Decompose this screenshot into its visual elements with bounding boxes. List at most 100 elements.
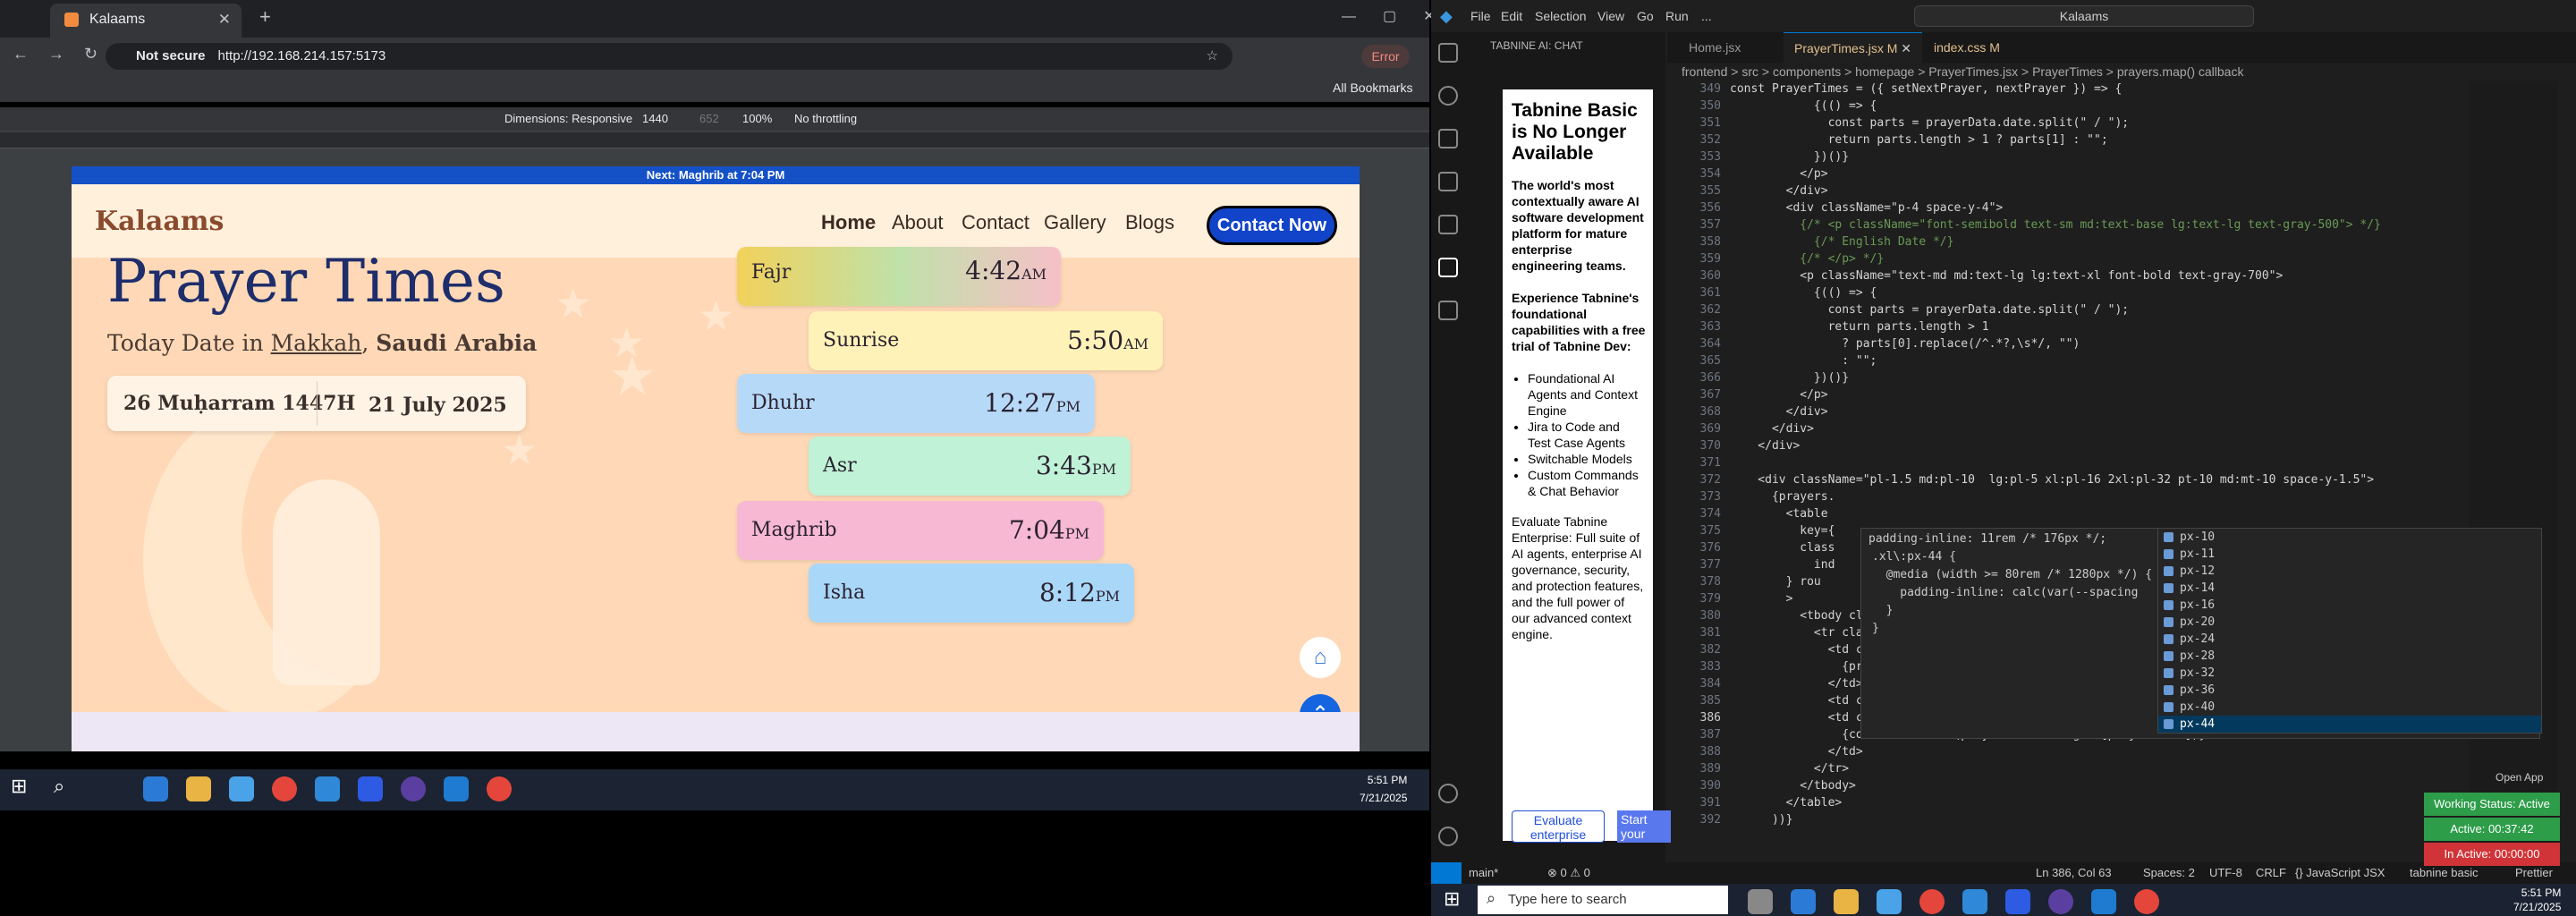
nav-about[interactable]: About bbox=[892, 211, 944, 234]
file-explorer-icon[interactable] bbox=[1834, 889, 1859, 914]
settings-gear-icon[interactable] bbox=[1438, 827, 1458, 846]
close-tab-icon[interactable]: ✕ bbox=[218, 4, 231, 36]
taskbar-search[interactable]: Type here to search bbox=[1478, 886, 1728, 914]
contact-now-button[interactable]: Contact Now bbox=[1207, 206, 1337, 245]
windows-start-icon[interactable]: ⊞ bbox=[11, 775, 27, 798]
nav-gallery[interactable]: Gallery bbox=[1044, 211, 1106, 234]
suggestion-item[interactable]: px-40 bbox=[2158, 699, 2541, 716]
suggestion-item[interactable]: px-20 bbox=[2158, 614, 2541, 631]
suggestion-item[interactable]: px-32 bbox=[2158, 665, 2541, 682]
star-icon[interactable]: ☆ bbox=[1207, 43, 1218, 70]
windows-start-icon[interactable]: ⊞ bbox=[1444, 887, 1460, 911]
remote-indicator[interactable] bbox=[1431, 862, 1462, 884]
code-line[interactable]: <table bbox=[1730, 505, 2463, 522]
code-line[interactable]: ))} bbox=[1730, 811, 2463, 828]
code-line[interactable]: </p> bbox=[1730, 165, 2463, 182]
edge-icon[interactable] bbox=[1791, 889, 1816, 914]
suggestion-item[interactable]: px-10 bbox=[2158, 529, 2541, 546]
zoom-select[interactable]: 100% bbox=[742, 107, 772, 131]
menu-run[interactable]: Run bbox=[1665, 0, 1689, 32]
zoom-icon[interactable] bbox=[2005, 889, 2030, 914]
chrome-icon[interactable] bbox=[2134, 889, 2159, 914]
code-line[interactable]: </td> bbox=[1730, 743, 2463, 760]
encoding[interactable]: UTF-8 bbox=[2209, 862, 2242, 884]
site-logo[interactable]: Kalaams bbox=[95, 206, 224, 237]
code-line[interactable] bbox=[1730, 454, 2463, 471]
code-line[interactable]: {(() => { bbox=[1730, 284, 2463, 301]
code-line[interactable]: {/* </p> */} bbox=[1730, 250, 2463, 267]
ai-icon[interactable] bbox=[1438, 301, 1458, 320]
code-line[interactable]: : ""; bbox=[1730, 352, 2463, 369]
code-line[interactable]: <p className="text-md md:text-lg lg:text… bbox=[1730, 267, 2463, 284]
nav-contact[interactable]: Contact bbox=[962, 211, 1030, 234]
minimap[interactable] bbox=[2469, 81, 2558, 859]
mosque-button-icon[interactable]: ⌂ bbox=[1300, 637, 1341, 678]
tab-prayertimes-jsx[interactable]: PrayerTimes.jsx M ✕ bbox=[1784, 32, 1923, 63]
run-debug-icon[interactable] bbox=[1438, 172, 1458, 191]
github-icon[interactable] bbox=[2048, 889, 2073, 914]
suggestion-item[interactable]: px-11 bbox=[2158, 546, 2541, 563]
start-dev-trial-button[interactable]: Start your Dev trial bbox=[1617, 810, 1671, 843]
store-icon[interactable] bbox=[229, 776, 254, 802]
nav-home[interactable]: Home bbox=[821, 211, 876, 234]
all-bookmarks[interactable]: All Bookmarks bbox=[1333, 73, 1412, 102]
tab-home-jsx[interactable]: Home.jsx bbox=[1678, 32, 1751, 63]
nav-blogs[interactable]: Blogs bbox=[1125, 211, 1174, 234]
code-line[interactable]: const parts = prayerData.date.split(" / … bbox=[1730, 114, 2463, 131]
menu-file[interactable]: File bbox=[1470, 0, 1491, 32]
nav-arrows-icon[interactable]: ←→↻ bbox=[13, 45, 117, 64]
code-line[interactable]: </tr> bbox=[1730, 760, 2463, 777]
chrome-icon[interactable] bbox=[487, 776, 512, 802]
suggestion-item[interactable]: px-24 bbox=[2158, 631, 2541, 648]
error-badge[interactable]: Error bbox=[1361, 45, 1410, 68]
source-control-icon[interactable] bbox=[1438, 129, 1458, 148]
github-icon[interactable] bbox=[401, 776, 426, 802]
menu-view[interactable]: View bbox=[1597, 0, 1624, 32]
height-input[interactable]: 652 bbox=[699, 107, 719, 131]
suggestion-item[interactable]: px-36 bbox=[2158, 682, 2541, 699]
sticky-scroll-line[interactable]: const PrayerTimes = ({ setNextPrayer, ne… bbox=[1730, 81, 2463, 98]
code-line[interactable]: })()} bbox=[1730, 148, 2463, 165]
search-icon[interactable]: ⌕ bbox=[54, 775, 64, 798]
suggestion-item[interactable]: px-12 bbox=[2158, 563, 2541, 580]
code-line[interactable]: {/* <p className="font-semibold text-sm … bbox=[1730, 216, 2463, 233]
chrome-icon[interactable] bbox=[272, 776, 297, 802]
edge-icon[interactable] bbox=[143, 776, 168, 802]
code-line[interactable]: </table> bbox=[1730, 794, 2463, 811]
code-line[interactable]: </div> bbox=[1730, 182, 2463, 199]
code-line[interactable]: <div className="pl-1.5 md:pl-10 lg:pl-5 … bbox=[1730, 471, 2463, 488]
code-editor[interactable]: <p className="text-md md:text-lg lg:text… bbox=[1730, 81, 2463, 861]
code-line[interactable]: return parts.length > 1 ? parts[1] : ""; bbox=[1730, 131, 2463, 148]
language-mode[interactable]: {} JavaScript JSX bbox=[2295, 862, 2385, 884]
autocomplete-list[interactable]: px-10 px-11 px-12 px-14 px-16 px-20 px-24 px-28… bbox=[2157, 528, 2542, 734]
tab-index-css[interactable]: index.css M bbox=[1923, 32, 2011, 63]
code-line[interactable]: </p> bbox=[1730, 386, 2463, 403]
breadcrumb[interactable]: frontend > src > components > homepage >… bbox=[1682, 64, 2243, 79]
evaluate-enterprise-button[interactable]: Evaluate enterprise bbox=[1512, 810, 1605, 843]
app-icon[interactable] bbox=[1962, 889, 1987, 914]
task-view-icon[interactable] bbox=[1748, 889, 1773, 914]
indentation[interactable]: Spaces: 2 bbox=[2143, 862, 2195, 884]
code-line[interactable]: const parts = prayerData.date.split(" / … bbox=[1730, 301, 2463, 318]
code-line[interactable]: </tbody> bbox=[1730, 777, 2463, 794]
vscode-icon[interactable] bbox=[2091, 889, 2116, 914]
suggestion-item[interactable]: px-14 bbox=[2158, 580, 2541, 597]
extensions-icon[interactable] bbox=[1438, 215, 1458, 234]
city-link[interactable]: Makkah bbox=[271, 330, 362, 356]
menu-more[interactable]: ... bbox=[1701, 0, 1712, 32]
code-line[interactable]: </div> bbox=[1730, 437, 2463, 454]
code-line[interactable]: {/* English Date */} bbox=[1730, 233, 2463, 250]
menu-edit[interactable]: Edit bbox=[1501, 0, 1522, 32]
open-app-link[interactable]: Open App bbox=[2496, 771, 2543, 784]
width-input[interactable]: 1440 bbox=[642, 107, 668, 131]
menu-go[interactable]: Go bbox=[1637, 0, 1654, 32]
code-line[interactable]: })()} bbox=[1730, 369, 2463, 386]
search-icon[interactable] bbox=[1438, 86, 1458, 106]
code-line[interactable]: <div className="p-4 space-y-4"> bbox=[1730, 199, 2463, 216]
suggestion-item[interactable]: px-16 bbox=[2158, 597, 2541, 614]
browser-tab[interactable]: Kalaams ✕ bbox=[50, 4, 242, 38]
command-center-search[interactable]: Kalaams bbox=[1914, 5, 2254, 27]
tabnine-icon[interactable] bbox=[1438, 258, 1458, 277]
menu-selection[interactable]: Selection bbox=[1535, 0, 1587, 32]
code-line[interactable]: {prayers. bbox=[1730, 488, 2463, 505]
